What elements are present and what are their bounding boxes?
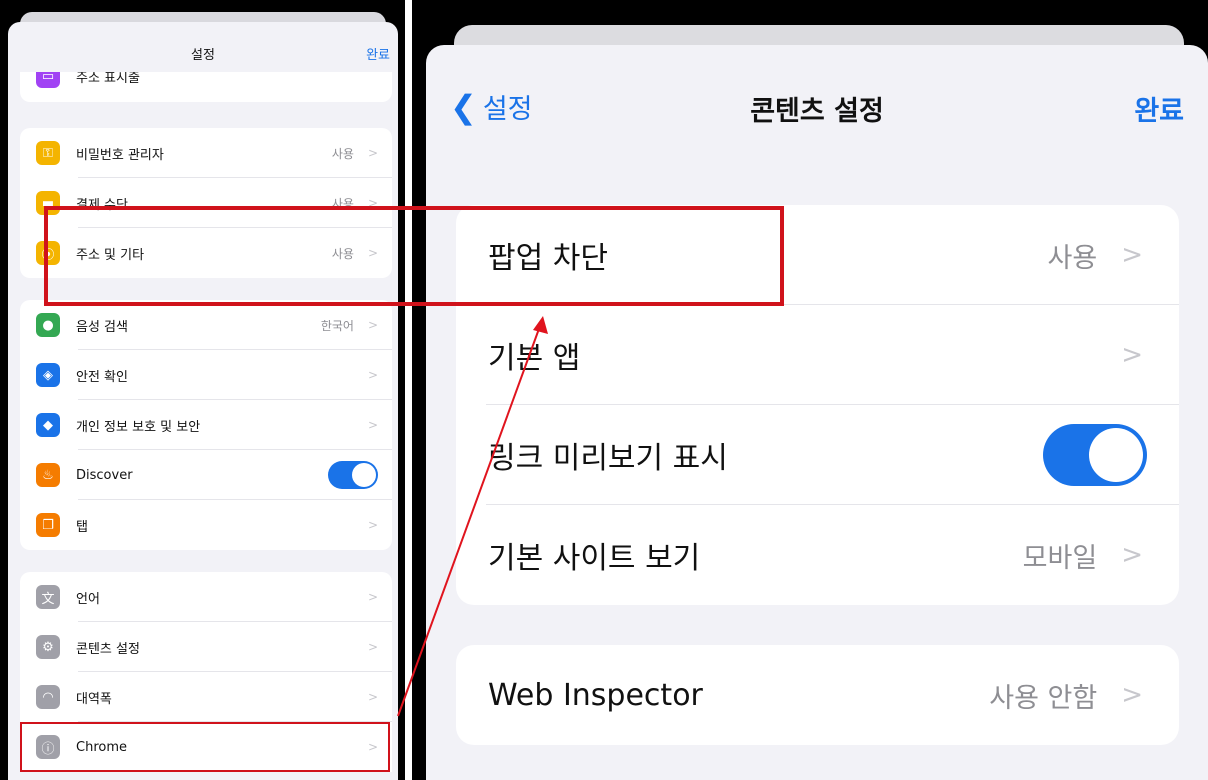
settings-row-label: 비밀번호 관리자	[76, 147, 164, 163]
chevron-right-icon: >	[1121, 240, 1143, 270]
left-settings-panel: 설정 완료 ▭ 주소 표시줄 ⚿ 비밀번호 관리자 사용 > ▬ 결제 수단 사…	[0, 0, 405, 780]
done-button[interactable]: 완료	[1134, 89, 1184, 128]
key-icon: ⚿	[36, 141, 60, 165]
settings-row-address-bar[interactable]: ▭ 주소 표시줄	[20, 72, 392, 102]
settings-row-voice-search[interactable]: ● 음성 검색 한국어 >	[20, 300, 392, 350]
discover-toggle[interactable]	[328, 461, 378, 489]
settings-row-label: Discover	[76, 467, 133, 483]
settings-row-label: Web Inspector	[488, 677, 703, 713]
flame-icon: ♨	[36, 463, 60, 487]
chevron-right-icon: >	[367, 690, 378, 704]
chevron-right-icon: >	[367, 418, 378, 432]
left-header: 설정 완료	[8, 22, 398, 72]
settings-row-link-preview: 링크 미리보기 표시	[456, 405, 1179, 505]
chevron-right-icon: >	[1121, 680, 1143, 710]
chevron-right-icon: >	[367, 640, 378, 654]
settings-row-default-apps[interactable]: 기본 앱 >	[456, 305, 1179, 405]
wifi-icon: ◠	[36, 685, 60, 709]
settings-row-content-settings[interactable]: ⚙ 콘텐츠 설정 >	[20, 622, 392, 672]
settings-row-label: 음성 검색	[76, 319, 128, 335]
translate-icon: 文	[36, 585, 60, 609]
settings-group-features: ● 음성 검색 한국어 > ◈ 안전 확인 > ◆ 개인 정보 보호 및 보안 …	[20, 300, 392, 550]
chevron-right-icon: >	[367, 318, 378, 332]
settings-row-language[interactable]: 文 언어 >	[20, 572, 392, 622]
settings-row-label: 탭	[76, 519, 88, 535]
settings-row-label: 개인 정보 보호 및 보안	[76, 419, 201, 435]
settings-row-bandwidth[interactable]: ◠ 대역폭 >	[20, 672, 392, 722]
mic-icon: ●	[36, 313, 60, 337]
chrome-row-highlight-box	[20, 722, 390, 772]
left-done-button[interactable]: 완료	[366, 44, 390, 63]
settings-row-label: 기본 앱	[488, 341, 581, 376]
settings-row-value: 모바일	[1022, 542, 1098, 574]
tabs-icon: ❐	[36, 513, 60, 537]
chevron-right-icon: >	[367, 590, 378, 604]
chevron-right-icon: >	[367, 518, 378, 532]
settings-row-label: 대역폭	[76, 691, 112, 707]
settings-row-value: 한국어	[320, 318, 354, 333]
developer-settings-group: Web Inspector 사용 안함 >	[456, 645, 1179, 745]
settings-row-label: 주소 표시줄	[76, 72, 140, 86]
settings-row-web-inspector[interactable]: Web Inspector 사용 안함 >	[456, 645, 1179, 745]
left-page-title: 설정	[191, 48, 215, 63]
settings-row-value: 사용	[331, 146, 354, 161]
settings-row-value: 사용	[1047, 242, 1098, 274]
settings-row-label: 콘텐츠 설정	[76, 641, 140, 657]
settings-row-default-site-view[interactable]: 기본 사이트 보기 모바일 >	[456, 505, 1179, 605]
chevron-right-icon: >	[1121, 340, 1143, 370]
privacy-icon: ◆	[36, 413, 60, 437]
settings-row-safety-check[interactable]: ◈ 안전 확인 >	[20, 350, 392, 400]
settings-row-label: 링크 미리보기 표시	[488, 441, 728, 476]
settings-row-label: 언어	[76, 591, 100, 607]
settings-row-discover: ♨ Discover	[20, 450, 392, 500]
popup-blocking-highlight-box	[44, 206, 784, 306]
settings-row-password-manager[interactable]: ⚿ 비밀번호 관리자 사용 >	[20, 128, 392, 178]
settings-row-value: 사용 안함	[989, 682, 1098, 714]
gear-icon: ⚙	[36, 635, 60, 659]
content-settings-sheet: ❮ 설정 콘텐츠 설정 완료 팝업 차단 사용 > 기본 앱 > 링크 미리보기…	[426, 45, 1208, 780]
settings-row-privacy-security[interactable]: ◆ 개인 정보 보호 및 보안 >	[20, 400, 392, 450]
address-bar-icon: ▭	[36, 72, 60, 88]
chevron-right-icon: >	[367, 368, 378, 382]
right-content-settings-panel: ❮ 설정 콘텐츠 설정 완료 팝업 차단 사용 > 기본 앱 > 링크 미리보기…	[412, 0, 1208, 780]
chevron-right-icon: >	[367, 146, 378, 160]
page-title: 콘텐츠 설정	[750, 96, 884, 127]
settings-row-tabs[interactable]: ❐ 탭 >	[20, 500, 392, 550]
chevron-right-icon: >	[1121, 540, 1143, 570]
link-preview-toggle[interactable]	[1043, 424, 1147, 486]
shield-icon: ◈	[36, 363, 60, 387]
settings-row-label: 기본 사이트 보기	[488, 541, 701, 576]
settings-row-label: 안전 확인	[76, 369, 128, 385]
